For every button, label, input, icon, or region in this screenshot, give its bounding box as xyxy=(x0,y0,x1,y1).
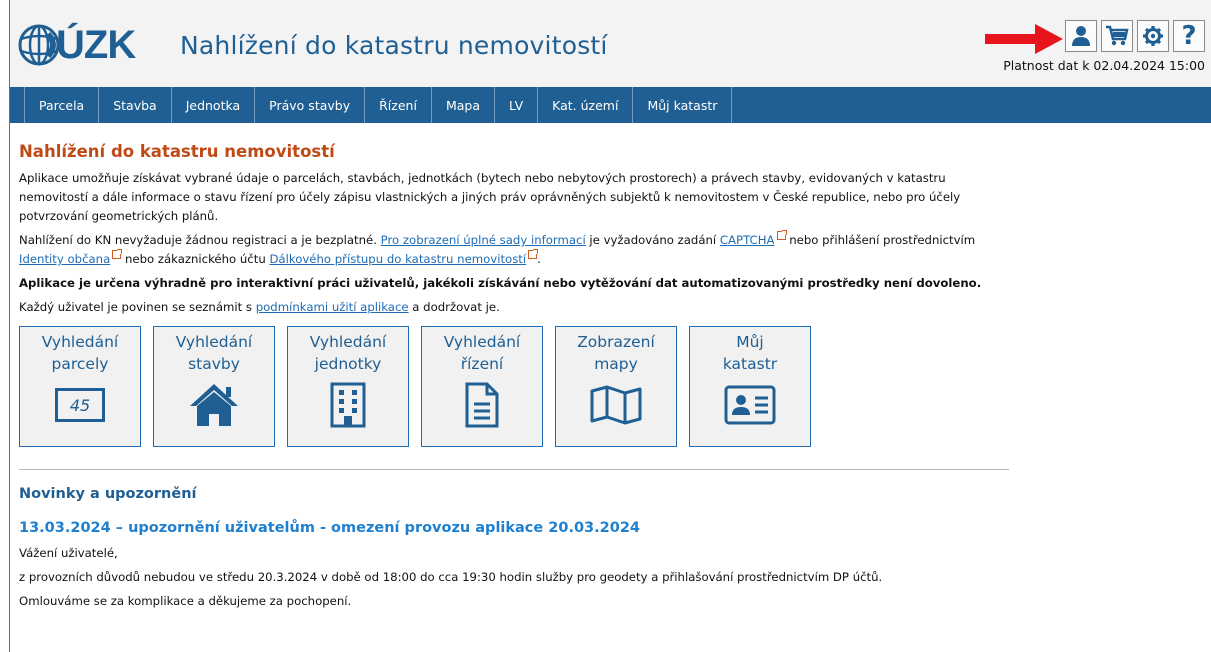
tile-label: Zobrazení mapy xyxy=(577,331,655,375)
tile-label-line2: mapy xyxy=(594,355,638,373)
parcel-badge: 45 xyxy=(55,388,105,422)
access-text-1: Nahlížení do KN nevyžaduje žádnou regist… xyxy=(19,233,381,247)
cart-button[interactable] xyxy=(1101,20,1133,52)
main-content: Nahlížení do katastru nemovitostí Aplika… xyxy=(19,141,1009,447)
help-icon: ? xyxy=(1181,21,1197,51)
header: ÚZK Nahlížení do katastru nemovitostí ? … xyxy=(10,0,1211,87)
parcel-number-icon: 45 xyxy=(54,381,106,429)
user-icon xyxy=(1072,26,1090,46)
remote-access-link[interactable]: Dálkového přístupu do katastru nemovitos… xyxy=(269,252,526,266)
tile-my-cadastre[interactable]: Můj katastr xyxy=(689,326,811,447)
page-title: Nahlížení do katastru nemovitostí xyxy=(19,142,335,161)
news-line: z provozních důvodů nebudou ve středu 20… xyxy=(19,570,883,584)
identity-link[interactable]: Identity občana xyxy=(19,252,110,266)
red-arrow-annotation xyxy=(985,24,1063,54)
full-info-link[interactable]: Pro zobrazení úplné sady informací xyxy=(381,233,586,247)
terms-text-1: Každý uživatel je povinen se seznámit s xyxy=(19,300,256,314)
nav-kat-uzemi[interactable]: Kat. území xyxy=(538,87,634,123)
tile-icon-wrap xyxy=(456,381,508,429)
tile-label-line2: katastr xyxy=(722,355,778,373)
cart-icon xyxy=(1106,25,1129,46)
data-validity: Platnost dat k 02.04.2024 15:00 xyxy=(1003,58,1205,73)
tile-label-line2: stavby xyxy=(188,355,240,373)
terms-text: Každý uživatel je povinen se seznámit s … xyxy=(19,298,1009,317)
usage-warning: Aplikace je určena výhradně pro interakt… xyxy=(19,276,982,290)
external-link-icon xyxy=(776,230,787,240)
tile-icon-wrap xyxy=(322,381,374,429)
access-text-4: nebo zákaznického účtu xyxy=(121,252,270,266)
nav-lv[interactable]: LV xyxy=(495,87,539,123)
external-link-icon xyxy=(528,249,539,259)
nav-muj-katastr[interactable]: Můj katastr xyxy=(633,87,733,123)
tile-label-line1: Můj xyxy=(736,333,764,351)
map-icon xyxy=(590,385,642,425)
access-text-5: . xyxy=(537,252,541,266)
settings-button[interactable] xyxy=(1137,20,1169,52)
help-button[interactable]: ? xyxy=(1173,20,1205,52)
nav-mapa[interactable]: Mapa xyxy=(432,87,495,123)
tile-icon-wrap xyxy=(188,381,240,429)
tile-label-line2: řízení xyxy=(460,355,504,373)
gear-icon xyxy=(1143,26,1163,46)
tile-label: Vyhledání stavby xyxy=(176,331,253,375)
news-line: Vážení uživatelé, xyxy=(19,546,118,560)
tile-proceeding-search[interactable]: Vyhledání řízení xyxy=(421,326,543,447)
tile-label-line1: Vyhledání xyxy=(175,333,253,351)
tile-icon-wrap xyxy=(590,381,642,429)
terms-link[interactable]: podmínkami užití aplikace xyxy=(256,300,409,314)
access-text-2: je vyžadováno zadání xyxy=(585,233,720,247)
tile-label-line1: Vyhledání xyxy=(41,333,119,351)
app-title: Nahlížení do katastru nemovitostí xyxy=(180,31,608,60)
external-link-icon xyxy=(112,249,123,259)
access-text: Nahlížení do KN nevyžaduje žádnou regist… xyxy=(19,230,1009,269)
logo-text: ÚZK xyxy=(56,23,136,67)
nav-stavba[interactable]: Stavba xyxy=(99,87,172,123)
tile-label-line1: Zobrazení xyxy=(577,333,655,351)
main-nav: Parcela Stavba Jednotka Právo stavby Říz… xyxy=(10,87,1211,123)
tile-map-view[interactable]: Zobrazení mapy xyxy=(555,326,677,447)
nav-parcela[interactable]: Parcela xyxy=(24,87,100,123)
document-icon xyxy=(465,382,499,428)
tile-label: Vyhledání jednotky xyxy=(310,331,387,375)
tile-label: Můj katastr xyxy=(723,331,777,375)
nav-rizeni[interactable]: Řízení xyxy=(365,87,432,123)
news-item-title: 13.03.2024 – upozornění uživatelům - ome… xyxy=(19,520,641,536)
user-button[interactable] xyxy=(1065,20,1097,52)
nav-jednotka[interactable]: Jednotka xyxy=(172,87,256,123)
tile-label-line1: Vyhledání xyxy=(443,333,521,351)
access-text-3: nebo přihlášení prostřednictvím xyxy=(785,233,976,247)
tile-unit-search[interactable]: Vyhledání jednotky xyxy=(287,326,409,447)
tile-label-line2: parcely xyxy=(51,355,109,373)
tile-grid: Vyhledání parcely 45 Vyhledání stavby Vy… xyxy=(19,326,1009,447)
house-icon xyxy=(190,384,238,426)
nav-pravo-stavby[interactable]: Právo stavby xyxy=(255,87,366,123)
section-divider xyxy=(19,469,1009,470)
news-line: Omlouváme se za komplikace a děkujeme za… xyxy=(19,594,352,608)
tile-icon-wrap xyxy=(724,381,776,429)
globe-logo-icon xyxy=(18,24,60,66)
id-card-icon xyxy=(724,385,776,425)
terms-text-2: a dodržovat je. xyxy=(408,300,500,314)
news-heading: Novinky a upozornění xyxy=(19,486,197,502)
cuzk-logo[interactable]: ÚZK xyxy=(18,23,136,67)
tile-label: Vyhledání řízení xyxy=(444,331,521,375)
news-section: Novinky a upozornění 13.03.2024 – upozor… xyxy=(19,484,1119,616)
tile-label-line2: jednotky xyxy=(314,355,382,373)
tile-label-line1: Vyhledání xyxy=(309,333,387,351)
tile-building-search[interactable]: Vyhledání stavby xyxy=(153,326,275,447)
intro-text: Aplikace umožňuje získávat vybrané údaje… xyxy=(19,171,961,223)
tile-label: Vyhledání parcely xyxy=(42,331,119,375)
toolbar-icons: ? xyxy=(1065,20,1205,52)
tile-parcel-search[interactable]: Vyhledání parcely 45 xyxy=(19,326,141,447)
captcha-link[interactable]: CAPTCHA xyxy=(720,233,775,247)
building-icon xyxy=(330,382,366,428)
